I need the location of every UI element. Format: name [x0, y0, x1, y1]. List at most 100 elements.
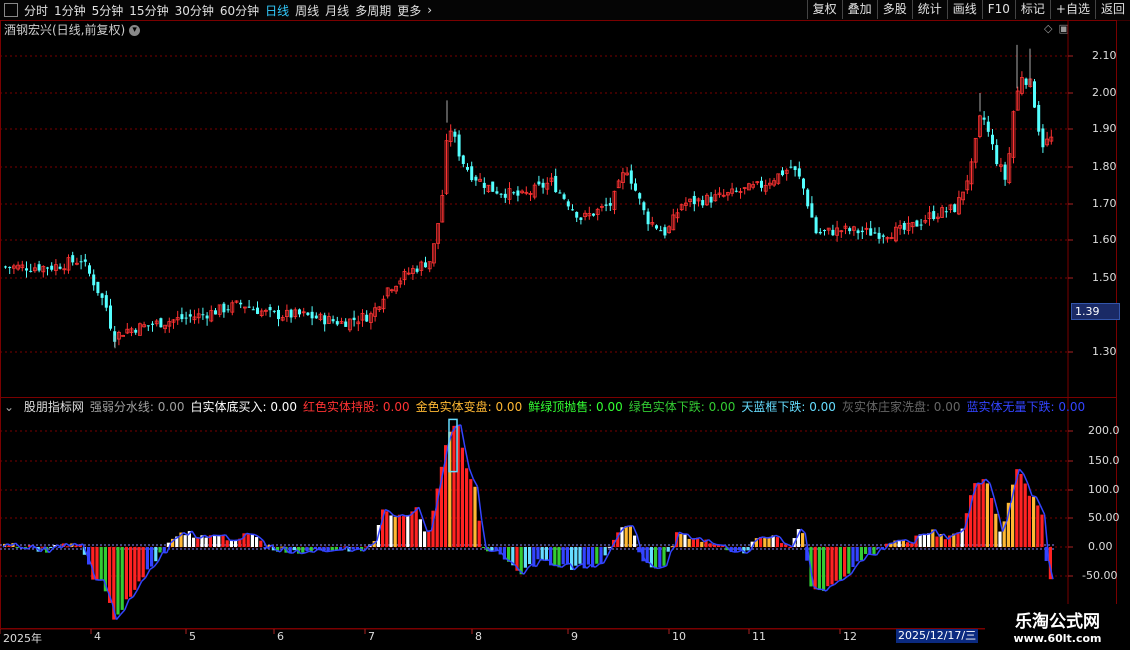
indicator-bar [229, 540, 233, 547]
indicator-bar [624, 525, 628, 547]
candle-body [310, 311, 314, 319]
candle-body [915, 220, 919, 227]
candle-body [415, 268, 419, 272]
indicator-bar [196, 538, 200, 547]
indicator-line-segment [305, 550, 310, 554]
indicator-line-segment [120, 609, 126, 616]
indicator-line-segment [225, 534, 231, 541]
indicator-line-segment [578, 563, 583, 567]
price-axis-label: 2.10 [1092, 49, 1117, 62]
indicator-bar [141, 547, 145, 578]
candle-body [1024, 78, 1028, 85]
candle-body [50, 265, 54, 270]
price-axis-label: 1.30 [1092, 345, 1117, 358]
x-axis-label: 12 [843, 630, 857, 643]
indicator-line-segment [128, 596, 134, 600]
indicator-bar [221, 534, 225, 547]
indicator-line-segment [221, 534, 226, 537]
candle-body [760, 180, 763, 188]
indicator-bar [607, 546, 611, 548]
indicator-bar [683, 534, 687, 547]
candle-body [453, 131, 457, 137]
indicator-bar [74, 545, 78, 547]
candle-body [83, 259, 87, 262]
candle-body [856, 230, 860, 234]
candle-body [4, 266, 7, 268]
indicator-bar [49, 547, 53, 549]
indicator-bar [599, 547, 603, 564]
indicator-bar [402, 516, 406, 547]
indicator-line-segment [573, 565, 579, 571]
indicator-line-segment [1035, 496, 1042, 506]
indicator-bar [124, 547, 128, 600]
indicator-bar [830, 547, 834, 585]
indicator-line-segment [586, 564, 592, 569]
indicator-line-segment [1031, 495, 1037, 498]
indicator-bar [553, 547, 557, 566]
indicator-line-segment [599, 562, 604, 565]
candle-body [709, 196, 713, 203]
indicator-line-segment [653, 566, 659, 570]
indicator-line-segment [838, 579, 844, 582]
indicator-bar [679, 534, 683, 547]
indicator-bar [897, 540, 901, 547]
indicator-line-segment [258, 536, 264, 542]
candle-body [277, 309, 280, 320]
indicator-line-segment [695, 536, 701, 540]
indicator-line-segment [326, 550, 331, 553]
indicator-bar [469, 479, 473, 547]
indicator-item-1: 白实体底买入: 0.00 [190, 400, 298, 414]
indicator-bar [700, 541, 704, 547]
candle-body [104, 295, 108, 308]
indicator-line-segment [422, 519, 428, 532]
indicator-bar [250, 534, 254, 547]
price-axis-label: 1.60 [1092, 233, 1117, 246]
indicator-line-segment [351, 548, 357, 553]
candle-body [986, 121, 990, 132]
indicator-line-segment [1039, 505, 1046, 515]
x-axis-label: 8 [475, 630, 482, 643]
candle-body [991, 134, 994, 145]
candle-body [314, 315, 318, 319]
indicator-line-segment [830, 583, 835, 587]
indicator-bar [1040, 514, 1044, 547]
indicator-bar [998, 531, 1002, 547]
indicator-bar [410, 511, 414, 547]
indicator-axis-label: 50.00 [1088, 511, 1120, 524]
indicator-bar [540, 547, 544, 561]
indicator-line-segment [157, 552, 164, 562]
indicator-line-segment [763, 536, 768, 539]
candle-body [58, 266, 62, 269]
indicator-bar [994, 513, 998, 547]
indicator-line-segment [6, 543, 12, 547]
candle-body [268, 307, 272, 311]
indicator-bar [801, 533, 805, 547]
candle-body [188, 314, 192, 317]
indicator-bar [99, 547, 103, 580]
indicator-bar [927, 533, 931, 547]
indicator-bar [906, 542, 910, 547]
indicator-line-segment [141, 576, 147, 582]
candle-body [932, 211, 936, 219]
indicator-bar [834, 547, 838, 581]
candle-body [793, 166, 797, 170]
candle-body [495, 191, 499, 194]
candle-body [79, 261, 83, 263]
indicator-bar [658, 547, 662, 568]
indicator-bar [788, 546, 792, 548]
candle-body [831, 229, 835, 236]
collapse-icon[interactable]: ⌄ [4, 400, 18, 414]
candle-body [881, 235, 885, 237]
indicator-bar [217, 535, 221, 547]
candle-body [566, 201, 570, 207]
indicator-line-segment [472, 478, 479, 488]
indicator-bar [855, 547, 859, 562]
indicator-line-segment [934, 529, 941, 537]
candle-body [592, 213, 595, 216]
candle-body [226, 309, 230, 311]
candle-body [29, 270, 33, 272]
indicator-line-segment [779, 536, 785, 544]
indicator-item-2: 红色实体持股: 0.00 [303, 400, 410, 414]
indicator-bar [528, 547, 532, 565]
candle-body [470, 166, 474, 181]
